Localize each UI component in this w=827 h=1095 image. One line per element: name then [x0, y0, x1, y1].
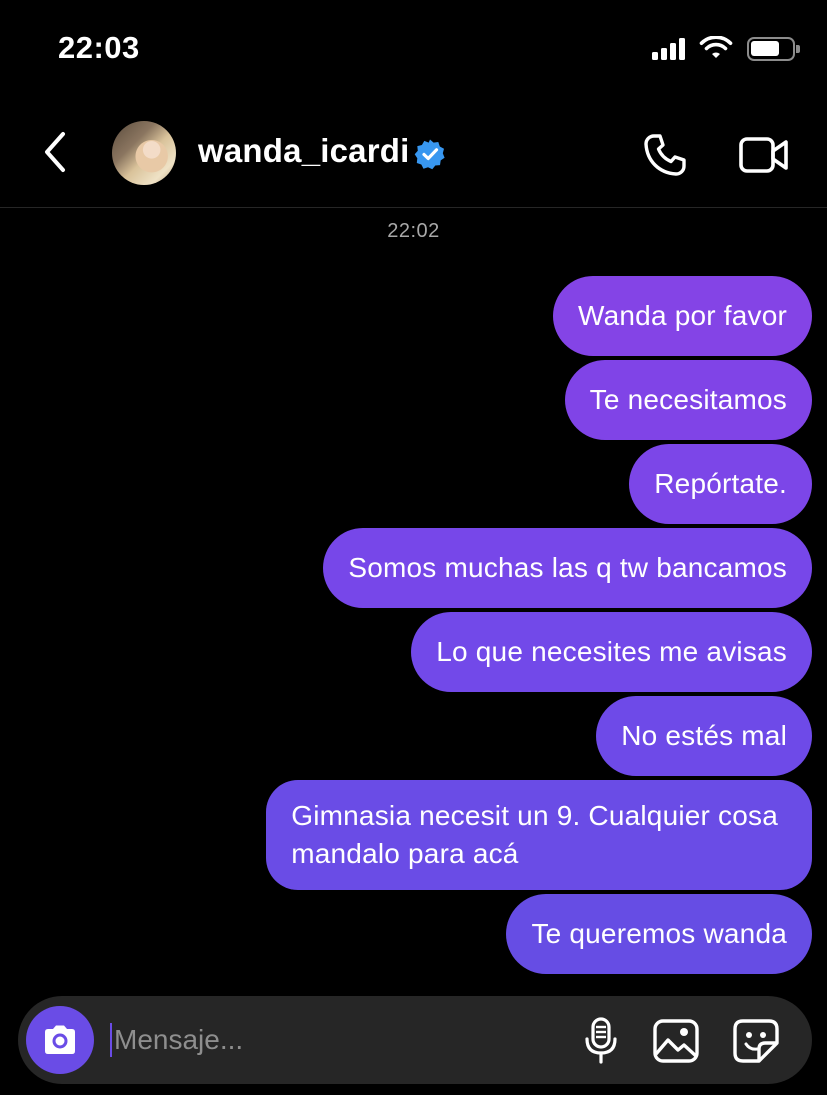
message-bubble[interactable]: Repórtate.	[629, 444, 812, 524]
image-icon	[653, 1019, 699, 1063]
message-bubble[interactable]: No estés mal	[596, 696, 812, 776]
battery-icon	[747, 37, 800, 61]
status-icons	[652, 36, 800, 62]
status-bar: 22:03	[0, 0, 827, 100]
thread-timestamp: 22:02	[387, 220, 440, 242]
status-time: 22:03	[58, 30, 140, 65]
camera-icon	[45, 1025, 75, 1054]
message-composer	[18, 996, 812, 1084]
call-button[interactable]	[636, 126, 694, 184]
message-input[interactable]	[114, 1018, 554, 1062]
chat-header: wanda_icardi	[0, 100, 827, 208]
chevron-left-icon	[45, 132, 65, 172]
message-bubble[interactable]: Gimnasia necesit un 9. Cualquier cosa ma…	[266, 780, 812, 890]
message-bubble[interactable]: Te queremos wanda	[506, 894, 812, 974]
phone-icon	[644, 134, 686, 176]
message-bubble[interactable]: Te necesitamos	[564, 360, 812, 440]
message-thread: Wanda por favor Te necesitamos Repórtate…	[266, 276, 812, 974]
gallery-button[interactable]	[650, 1016, 702, 1066]
video-call-button[interactable]	[734, 126, 794, 184]
sticker-button[interactable]	[730, 1016, 782, 1066]
sticker-icon	[733, 1019, 779, 1063]
message-bubble[interactable]: Wanda por favor	[553, 276, 812, 356]
verified-badge-icon	[414, 139, 445, 170]
wifi-icon	[699, 36, 733, 58]
message-bubble[interactable]: Somos muchas las q tw bancamos	[323, 528, 812, 608]
message-bubble[interactable]: Lo que necesites me avisas	[411, 612, 812, 692]
text-caret	[110, 1023, 112, 1057]
back-button[interactable]	[30, 122, 80, 182]
cellular-signal-icon	[652, 38, 685, 60]
microphone-icon	[585, 1017, 617, 1064]
avatar[interactable]	[112, 121, 176, 185]
username[interactable]: wanda_icardi	[198, 132, 410, 170]
video-camera-icon	[739, 137, 788, 173]
camera-button[interactable]	[26, 1006, 94, 1074]
voice-message-button[interactable]	[578, 1016, 624, 1066]
